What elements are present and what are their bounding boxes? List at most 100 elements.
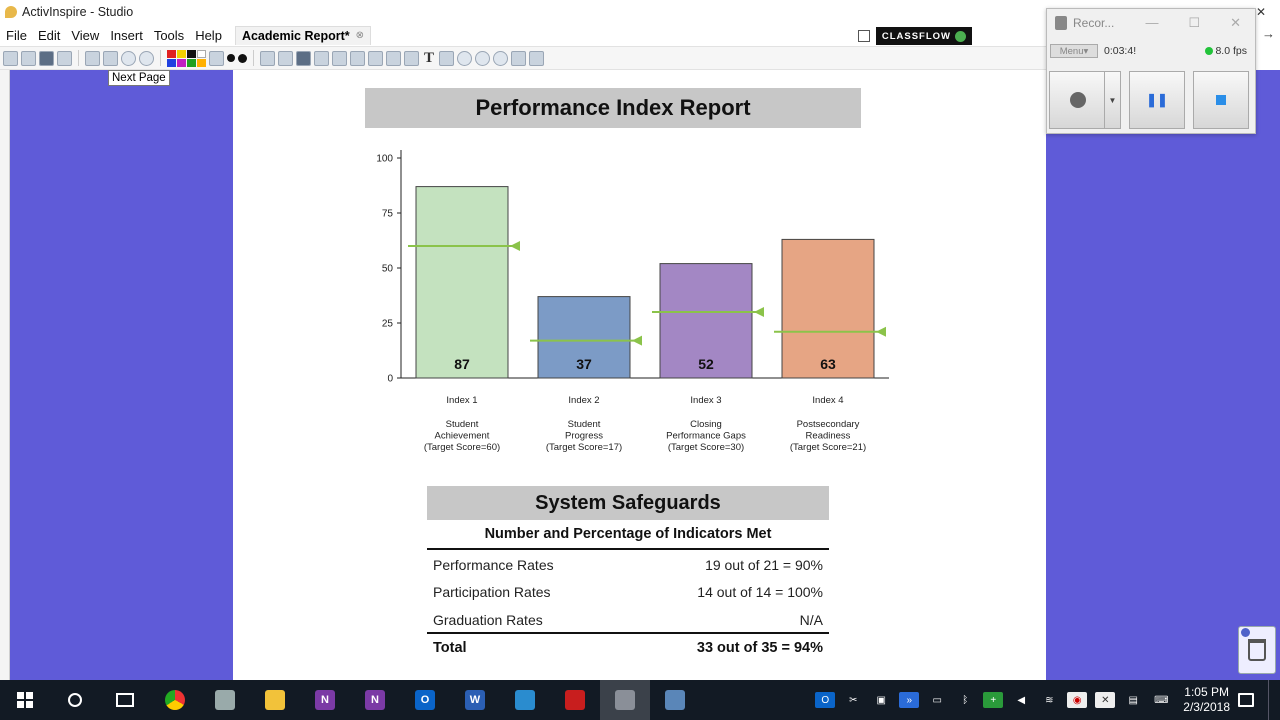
text-tool-icon[interactable]: T: [422, 50, 436, 67]
tray-snipping-icon[interactable]: ✂: [843, 692, 863, 708]
taskbar-editor[interactable]: [500, 680, 550, 720]
tray-device-icon[interactable]: ▣: [871, 692, 891, 708]
pen-width-small-icon[interactable]: [227, 54, 235, 62]
shape-icon[interactable]: [368, 50, 383, 66]
browser-icon[interactable]: [139, 50, 154, 66]
recorder-controls: ▼ ❚❚: [1049, 71, 1254, 131]
start-button[interactable]: [0, 680, 50, 720]
trash-can-icon[interactable]: [1238, 626, 1276, 674]
task-view-button[interactable]: [100, 680, 150, 720]
classflow-button[interactable]: CLASSFLOW: [875, 27, 972, 45]
pause-button[interactable]: ❚❚: [1129, 71, 1185, 129]
page-browser-icon[interactable]: [857, 30, 870, 42]
y-tick-label: 25: [382, 319, 394, 330]
taskbar-onenote[interactable]: N: [350, 680, 400, 720]
tray-arrow-icon[interactable]: »: [899, 692, 920, 708]
taskbar-chrome[interactable]: [150, 680, 200, 720]
tab-close-icon[interactable]: ⊗: [356, 30, 364, 41]
safeguards-row: Graduation Rates N/A: [427, 606, 829, 634]
cut-icon[interactable]: [439, 50, 454, 66]
document-tab-label: Academic Report*: [241, 28, 350, 43]
spotlight-icon[interactable]: [511, 50, 526, 66]
taskbar-outlook[interactable]: O: [400, 680, 450, 720]
action-center-icon[interactable]: [1238, 693, 1254, 707]
taskbar-recorder[interactable]: [650, 680, 700, 720]
volume-icon[interactable]: ◀: [1011, 692, 1031, 708]
taskbar-onenote-clip[interactable]: N: [300, 680, 350, 720]
bin-icon: [1248, 639, 1266, 661]
tray-outlook-icon[interactable]: O: [815, 692, 836, 708]
menu-insert[interactable]: Insert: [104, 28, 148, 43]
side-arrow-icon[interactable]: →: [1262, 26, 1275, 41]
system-clock[interactable]: 1:05 PM 2/3/2018: [1183, 685, 1230, 715]
tray-close-icon[interactable]: ✕: [1095, 692, 1116, 708]
menu-view[interactable]: View: [65, 28, 104, 43]
search-icon: [68, 693, 82, 707]
open-flipchart-icon[interactable]: [21, 50, 36, 66]
tray-battery-icon[interactable]: ▭: [927, 692, 947, 708]
previous-page-icon[interactable]: [85, 50, 100, 66]
screenshot-icon[interactable]: [39, 50, 54, 66]
desktop-tools-icon[interactable]: [57, 50, 72, 66]
recorder-close-icon[interactable]: ✕: [1230, 15, 1241, 31]
taskbar-acrobat[interactable]: [550, 680, 600, 720]
document-tab[interactable]: Academic Report* ⊗: [234, 25, 372, 45]
undo-icon[interactable]: [475, 50, 490, 66]
taskbar-snipping[interactable]: [200, 680, 250, 720]
menu-edit[interactable]: Edit: [32, 28, 65, 43]
menu-tools[interactable]: Tools: [148, 28, 189, 43]
category-label: Readiness: [806, 431, 851, 442]
record-options-dropdown[interactable]: ▼: [1104, 72, 1120, 128]
tray-message-icon[interactable]: ▤: [1123, 692, 1143, 708]
eraser-icon[interactable]: [332, 50, 347, 66]
tools-icon[interactable]: [278, 50, 293, 66]
taskbar-activinspire[interactable]: [600, 680, 650, 720]
search-button[interactable]: [50, 680, 100, 720]
close-icon[interactable]: ✕: [1256, 5, 1266, 19]
chart-svg: 025507510087Index 1StudentAchievement(Ta…: [376, 150, 889, 453]
record-button[interactable]: ▼: [1049, 71, 1121, 129]
reset-icon[interactable]: [457, 50, 472, 66]
pen-width-large-icon[interactable]: [238, 53, 247, 63]
highlighter-icon[interactable]: [314, 50, 329, 66]
next-page-icon[interactable]: [103, 50, 118, 66]
new-flipchart-icon[interactable]: [3, 50, 18, 66]
magic-ink-icon[interactable]: [404, 50, 419, 66]
taskbar-word[interactable]: W: [450, 680, 500, 720]
safeguards-row: Performance Rates 19 out of 21 = 90%: [427, 551, 829, 579]
clock-date: 2/3/2018: [1183, 700, 1230, 714]
fill-icon[interactable]: [350, 50, 365, 66]
color-palette[interactable]: [167, 49, 206, 67]
recorder-minimize-icon[interactable]: —: [1145, 15, 1158, 31]
reset-page-icon[interactable]: [121, 50, 136, 66]
tray-app-icon[interactable]: ◉: [1067, 692, 1088, 708]
safeguards-table: Performance Rates 19 out of 21 = 90% Par…: [427, 551, 829, 634]
target-marker: [510, 241, 520, 251]
keyboard-icon[interactable]: ⌨: [1151, 692, 1171, 708]
show-desktop-button[interactable]: [1268, 680, 1272, 720]
category-label: Index 2: [568, 395, 599, 406]
pause-icon: ❚❚: [1146, 92, 1168, 107]
menu-help[interactable]: Help: [189, 28, 227, 43]
recorder-maximize-icon[interactable]: ☐: [1188, 15, 1200, 31]
redo-icon[interactable]: [493, 50, 508, 66]
wifi-icon[interactable]: ≋: [1039, 692, 1059, 708]
safeguards-bottom-rule: [427, 632, 829, 634]
toolbox-settings-icon[interactable]: [529, 50, 544, 66]
recorder-menu-button[interactable]: Menu ▾: [1050, 44, 1098, 58]
category-label: Student: [446, 419, 479, 430]
menu-right-icons: CLASSFLOW: [857, 27, 972, 45]
flipchart-page[interactable]: Performance Index Report 0 25 50 75 100 87 Ind…: [233, 70, 1046, 680]
stop-button[interactable]: [1193, 71, 1249, 129]
menu-file[interactable]: File: [0, 28, 32, 43]
bluetooth-icon[interactable]: ᛒ: [955, 692, 975, 708]
color-picker-icon[interactable]: [209, 50, 224, 66]
recorder-elapsed-time: 0:03:4!: [1104, 45, 1137, 57]
screen-recorder-window: Recor... — ☐ ✕ Menu ▾ 0:03:4! 8.0 fps ▼ ❚…: [1046, 8, 1256, 134]
tray-plus-icon[interactable]: +: [983, 692, 1004, 708]
taskbar-file-explorer[interactable]: [250, 680, 300, 720]
connector-icon[interactable]: [386, 50, 401, 66]
select-arrow-icon[interactable]: [260, 50, 275, 66]
editor-icon: [515, 690, 535, 710]
pen-icon[interactable]: [296, 50, 311, 66]
